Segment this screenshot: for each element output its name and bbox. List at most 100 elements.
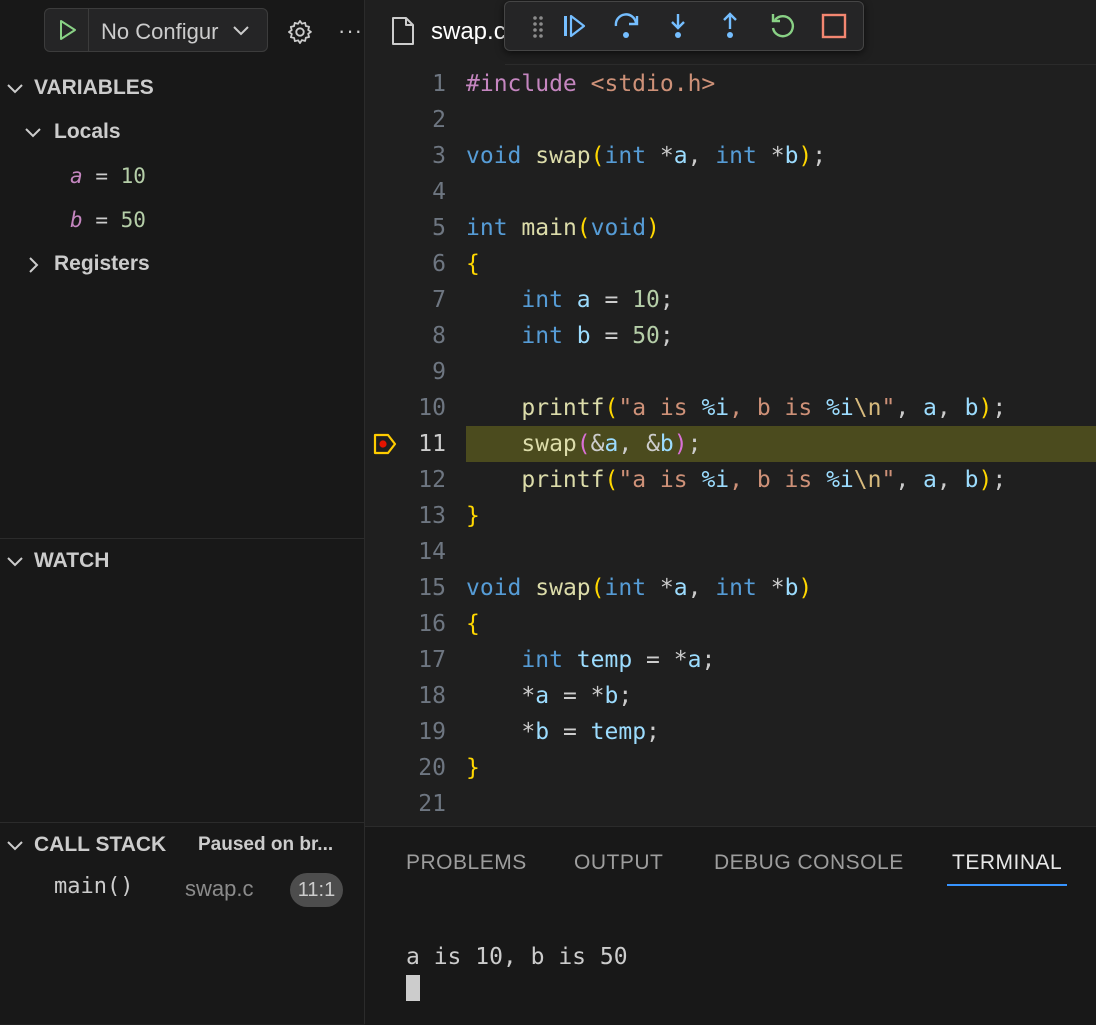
line-number[interactable]: 11: [365, 426, 446, 462]
code-token: "a is: [618, 395, 702, 421]
line-number[interactable]: 5: [365, 210, 446, 246]
line-number[interactable]: 16: [365, 606, 446, 642]
line-number[interactable]: 6: [365, 246, 446, 282]
code-token: *: [466, 719, 536, 745]
code-line[interactable]: 9: [365, 354, 1096, 390]
code-line[interactable]: 2: [365, 102, 1096, 138]
code-line[interactable]: 7 int a = 10;: [365, 282, 1096, 318]
code-text: void swap(int *a, int *b);: [466, 138, 826, 174]
code-line[interactable]: 4: [365, 174, 1096, 210]
code-line[interactable]: 10 printf("a is %i, b is %i\n", a, b);: [365, 390, 1096, 426]
code-token: *: [646, 575, 674, 601]
restart-icon[interactable]: [767, 11, 797, 41]
variable-row-b[interactable]: b = 50: [70, 208, 146, 238]
code-line[interactable]: 8 int b = 50;: [365, 318, 1096, 354]
code-line[interactable]: 6{: [365, 246, 1096, 282]
step-over-icon[interactable]: [611, 11, 641, 41]
code-token: ): [798, 575, 813, 601]
line-number[interactable]: 8: [365, 318, 446, 354]
line-number[interactable]: 3: [365, 138, 446, 174]
registers-scope[interactable]: Registers: [0, 252, 364, 282]
code-line[interactable]: 1 #include <stdio.h>: [365, 66, 1096, 102]
code-token: ,: [936, 395, 965, 421]
code-text: }: [466, 750, 480, 786]
line-number[interactable]: 10: [365, 390, 446, 426]
code-line[interactable]: 20}: [365, 750, 1096, 786]
code-token: main: [521, 215, 577, 241]
code-line[interactable]: 3 void swap(int *a, int *b);: [365, 138, 1096, 174]
tab-output[interactable]: OUTPUT: [574, 851, 663, 875]
code-line[interactable]: 12 printf("a is %i, b is %i\n", a, b);: [365, 462, 1096, 498]
step-out-icon[interactable]: [715, 11, 745, 41]
code-line[interactable]: 14: [365, 534, 1096, 570]
code-token: b: [576, 323, 591, 349]
variables-title: VARIABLES: [34, 76, 154, 99]
line-number[interactable]: 12: [365, 462, 446, 498]
gear-icon[interactable]: [286, 18, 314, 46]
variable-value: 10: [120, 164, 146, 188]
line-number[interactable]: 9: [365, 354, 446, 390]
step-into-icon[interactable]: [663, 11, 693, 41]
line-number[interactable]: 14: [365, 534, 446, 570]
code-token: (: [604, 395, 619, 421]
start-debugging-icon[interactable]: [55, 18, 79, 42]
editor-tab[interactable]: swap.c: [365, 0, 506, 64]
line-number[interactable]: 19: [365, 714, 446, 750]
line-number[interactable]: 17: [365, 642, 446, 678]
code-line[interactable]: 21: [365, 786, 1096, 822]
code-token: ): [978, 395, 993, 421]
code-line[interactable]: 19 *b = temp;: [365, 714, 1096, 750]
code-token: int: [604, 575, 647, 601]
line-number[interactable]: 7: [365, 282, 446, 318]
code-text: {: [466, 246, 480, 282]
code-token: ,: [687, 575, 716, 601]
code-line[interactable]: 13}: [365, 498, 1096, 534]
code-token: swap: [535, 143, 591, 169]
code-token: \n: [853, 467, 882, 493]
tab-debug-console[interactable]: DEBUG CONSOLE: [714, 851, 904, 875]
stack-frame-file[interactable]: swap.c: [185, 876, 253, 902]
code-token: ;: [992, 467, 1007, 493]
stack-frame-name[interactable]: main(): [54, 874, 133, 899]
code-line[interactable]: 17 int temp = *a;: [365, 642, 1096, 678]
tab-strip-border: [505, 64, 1096, 65]
more-actions-icon[interactable]: ···: [338, 18, 363, 44]
line-number[interactable]: 2: [365, 102, 446, 138]
code-line[interactable]: 16 {: [365, 606, 1096, 642]
variables-section-header[interactable]: VARIABLES: [0, 76, 364, 106]
code-text: int b = 50;: [466, 318, 673, 354]
code-editor[interactable]: swap.c 1 #include <stdio.h> 2 3 void swap(in…: [365, 0, 1096, 826]
line-number[interactable]: 4: [365, 174, 446, 210]
code-token: = *: [549, 683, 605, 709]
locals-scope[interactable]: Locals: [0, 120, 364, 150]
watch-section-header[interactable]: WATCH: [0, 549, 364, 579]
code-token: (: [590, 575, 605, 601]
stop-icon[interactable]: [819, 11, 849, 41]
code-line[interactable]: 5 int main(void): [365, 210, 1096, 246]
code-line[interactable]: 15 void swap(int *a, int *b): [365, 570, 1096, 606]
code-line[interactable]: 11 swap(&a, &b);: [365, 426, 1096, 462]
code-token: b: [535, 719, 550, 745]
line-number[interactable]: 13: [365, 498, 446, 534]
line-number[interactable]: 1: [365, 66, 446, 102]
code-token: ,: [895, 467, 924, 493]
line-number[interactable]: 20: [365, 750, 446, 786]
tab-problems[interactable]: PROBLEMS: [406, 851, 527, 875]
variable-row-a[interactable]: a = 10: [70, 164, 146, 194]
code-text: *a = *b;: [466, 678, 632, 714]
chevron-down-icon[interactable]: [231, 21, 251, 41]
continue-icon[interactable]: [559, 11, 589, 41]
configuration-select[interactable]: No Configur: [101, 19, 227, 45]
line-number[interactable]: 21: [365, 786, 446, 822]
call-stack-title: CALL STACK: [34, 833, 167, 856]
drag-grip-icon[interactable]: [523, 11, 553, 41]
line-number[interactable]: 15: [365, 570, 446, 606]
tab-terminal[interactable]: TERMINAL: [952, 851, 1062, 875]
code-token: temp: [576, 647, 633, 673]
line-number[interactable]: 18: [365, 678, 446, 714]
code-line[interactable]: 18 *a = *b;: [365, 678, 1096, 714]
code-token: void: [466, 143, 522, 169]
